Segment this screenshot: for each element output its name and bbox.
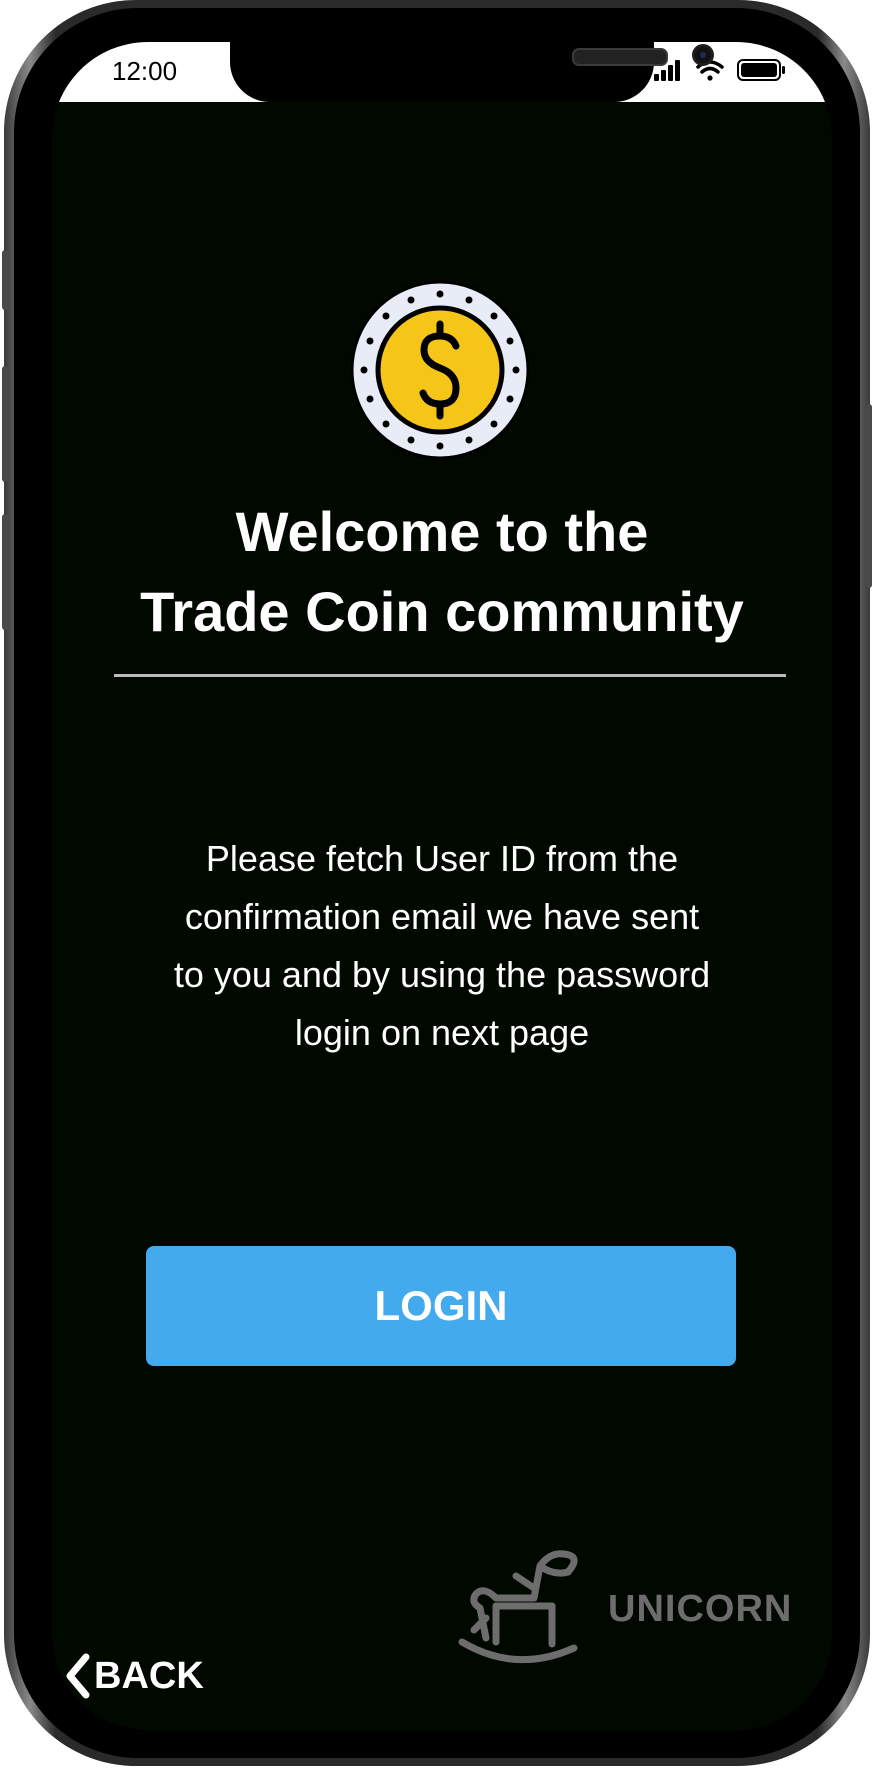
back-button-label: BACK	[94, 1654, 204, 1697]
brand-name: UNICORN	[608, 1588, 793, 1630]
welcome-heading-line1: Welcome to the	[235, 500, 649, 563]
silent-switch	[2, 250, 8, 310]
instruction-line4: login on next page	[294, 1012, 590, 1053]
volume-down-button	[2, 514, 8, 630]
instruction-line1: Please fetch User ID from the	[205, 838, 679, 879]
screen: 12:00 Welcome to the Trade Coin communit…	[52, 42, 832, 1730]
brand-logo: UNICORN	[456, 1546, 832, 1676]
power-button	[866, 404, 872, 588]
welcome-heading: Welcome to the Trade Coin community	[102, 492, 782, 652]
instruction-text: Please fetch User ID from the confirmati…	[122, 830, 762, 1062]
earpiece-speaker	[572, 48, 668, 66]
status-time: 12:00	[112, 56, 178, 86]
battery-icon	[737, 59, 785, 81]
instruction-line2: confirmation email we have sent	[184, 896, 700, 937]
notch	[230, 42, 714, 102]
heading-divider	[114, 674, 786, 677]
instruction-line3: to you and by using the password	[173, 954, 711, 995]
welcome-heading-line2: Trade Coin community	[140, 580, 744, 643]
status-icons	[654, 59, 785, 81]
phone-frame: 12:00 Welcome to the Trade Coin communit…	[2, 0, 872, 1766]
front-camera	[692, 44, 714, 66]
welcome-screen: Welcome to the Trade Coin community Plea…	[52, 102, 832, 1730]
login-button[interactable]: LOGIN	[146, 1246, 736, 1366]
dollar-coin-icon	[350, 280, 530, 460]
volume-up-button	[2, 366, 8, 482]
back-button[interactable]: BACK	[64, 1646, 204, 1706]
chevron-left-icon	[66, 1653, 90, 1699]
rocking-horse-icon	[458, 1550, 578, 1664]
